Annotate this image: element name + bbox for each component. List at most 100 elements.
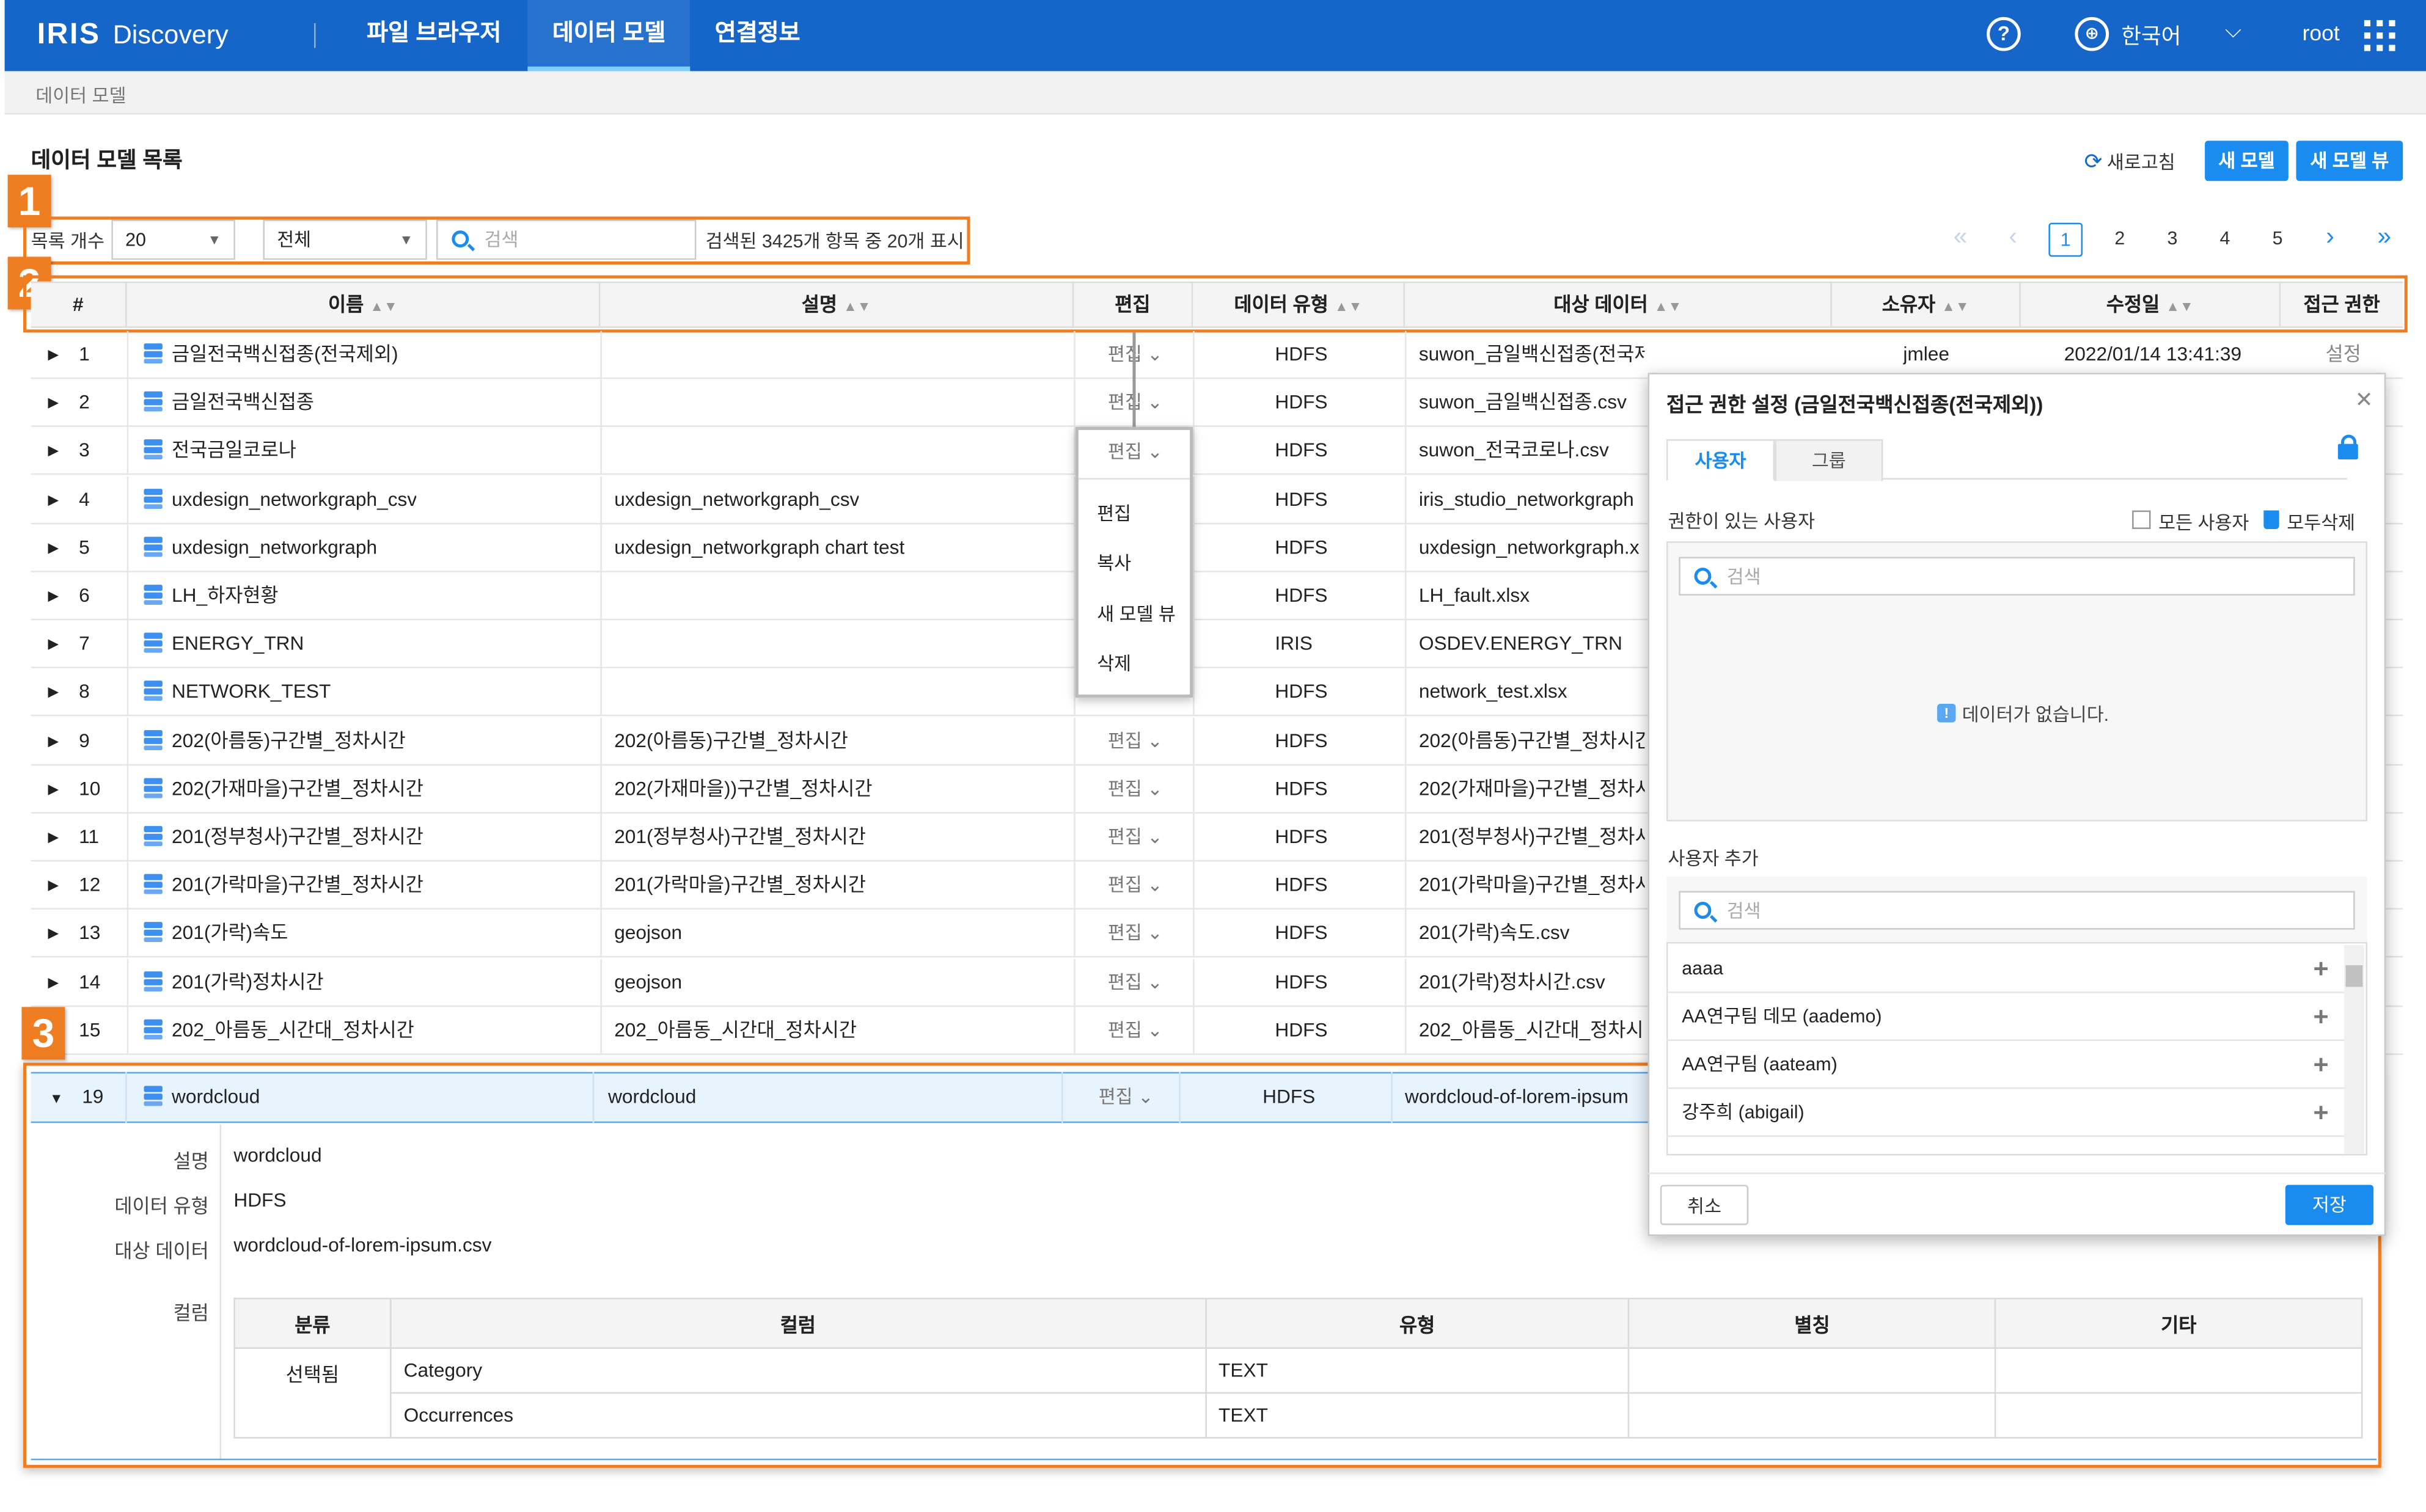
expand-arrow-icon[interactable]: ▶ — [48, 765, 59, 813]
expand-arrow-icon[interactable]: ▶ — [48, 717, 59, 765]
row-edit-button[interactable]: 편집 ⌄ — [1108, 1007, 1163, 1054]
chevron-down-icon[interactable]: ⌵ — [2225, 17, 2241, 43]
tab-groups[interactable]: 그룹 — [1775, 439, 1883, 481]
close-icon[interactable]: ✕ — [2355, 387, 2373, 413]
row-name[interactable]: 금일전국백신접종 — [144, 379, 314, 427]
menu-item-delete[interactable]: 삭제 — [1097, 649, 1131, 676]
page-1[interactable]: 1 — [2048, 222, 2083, 257]
row-type: HDFS — [1275, 488, 1328, 510]
row-type: HDFS — [1275, 826, 1328, 848]
row-name[interactable]: 201(가락마을)구간별_정차시간 — [144, 862, 423, 910]
first-page-icon[interactable]: « — [1943, 223, 1977, 257]
nav-data-model[interactable]: 데이터 모델 — [527, 0, 691, 71]
menu-header-edit[interactable]: 편집 ⌄ — [1108, 438, 1163, 464]
row-name[interactable]: 201(정부청사)구간별_정차시간 — [144, 814, 423, 861]
expand-arrow-icon[interactable]: ▶ — [48, 524, 59, 572]
permission-search-input[interactable]: 검색 — [1679, 557, 2355, 596]
list-count-select[interactable]: 20 ▼ — [111, 219, 235, 260]
menu-item-edit[interactable]: 편집 — [1097, 500, 1131, 526]
data-model-icon — [144, 440, 163, 460]
row-name[interactable]: 201(가락)속도 — [144, 910, 288, 958]
breadcrumb-bar — [4, 71, 2426, 115]
row-target: 202(아름동)구간별_정차시간 — [1418, 729, 1645, 751]
cancel-button[interactable]: 취소 — [1660, 1185, 1749, 1225]
user-name[interactable]: root — [2303, 20, 2340, 45]
expand-arrow-icon[interactable]: ▶ — [48, 910, 59, 958]
user-list-item[interactable]: 강주희 (abigail) + — [1666, 1089, 2344, 1138]
page-4[interactable]: 4 — [2208, 223, 2242, 257]
row-target: 201(정부청사)구간별_정차시 — [1418, 826, 1645, 848]
expand-arrow-icon[interactable]: ▶ — [48, 428, 59, 475]
row-name[interactable]: 201(가락)정차시간 — [144, 959, 324, 1006]
row-name[interactable]: uxdesign_networkgraph — [144, 524, 377, 572]
user-list-item[interactable]: aaaa + — [1666, 945, 2344, 993]
page-5[interactable]: 5 — [2260, 223, 2295, 257]
new-model-view-button[interactable]: 새 모델 뷰 — [2296, 141, 2403, 181]
row-target: suwon_금일백신접종(전국제외).csv — [1418, 343, 1645, 365]
row-name[interactable]: 202_아름동_시간대_정차시간 — [144, 1007, 414, 1054]
row-edit-button[interactable]: 편집 ⌄ — [1108, 814, 1163, 861]
brand-name: IRIS — [37, 18, 101, 51]
app-logo[interactable]: IRIS Discovery — [31, 12, 229, 59]
apps-grid-icon[interactable] — [2364, 20, 2395, 51]
expand-arrow-icon[interactable]: ▶ — [48, 476, 59, 524]
save-button[interactable]: 저장 — [2285, 1185, 2374, 1225]
row-edit-button[interactable]: 편집 ⌄ — [1108, 717, 1163, 765]
row-name[interactable]: 202(가재마을)구간별_정차시간 — [144, 765, 423, 813]
row-name[interactable]: NETWORK_TEST — [144, 669, 331, 717]
expand-arrow-icon[interactable]: ▶ — [48, 814, 59, 861]
row-n: 13 — [79, 922, 101, 944]
row-edit-button[interactable]: 편집 ⌄ — [1108, 862, 1163, 910]
page-3[interactable]: 3 — [2155, 223, 2190, 257]
all-users-checkbox[interactable] — [2132, 510, 2151, 529]
delete-all-button[interactable]: 모두삭제 — [2287, 509, 2355, 535]
row-type: HDFS — [1275, 440, 1328, 462]
scrollbar-thumb[interactable] — [2345, 965, 2363, 987]
refresh-button[interactable]: ⟳ 새로고침 — [2084, 148, 2175, 175]
new-model-button[interactable]: 새 모델 — [2205, 141, 2289, 181]
row-name[interactable]: LH_하자현황 — [144, 572, 279, 620]
globe-icon[interactable]: ⊕ — [2075, 16, 2109, 51]
scope-select[interactable]: 전체 ▼ — [263, 219, 427, 260]
expand-arrow-icon[interactable]: ▶ — [48, 959, 59, 1006]
search-input[interactable]: 검색 — [436, 219, 697, 260]
last-page-icon[interactable]: » — [2367, 223, 2402, 257]
nav-connection-info[interactable]: 연결정보 — [690, 0, 825, 71]
row-n: 3 — [79, 440, 90, 462]
help-icon[interactable]: ? — [1987, 16, 2021, 51]
row-name[interactable]: 금일전국백신접종(전국제외) — [144, 331, 398, 379]
expand-arrow-icon[interactable]: ▶ — [48, 862, 59, 910]
row-type: HDFS — [1275, 778, 1328, 800]
expand-arrow-icon[interactable]: ▶ — [48, 572, 59, 620]
nav-file-browser[interactable]: 파일 브라우저 — [342, 0, 526, 71]
page-2[interactable]: 2 — [2103, 223, 2137, 257]
row-target: uxdesign_networkgraph.x — [1418, 536, 1640, 558]
expand-arrow-icon[interactable]: ▶ — [48, 331, 59, 379]
prev-page-icon[interactable]: ‹ — [1996, 223, 2030, 257]
row-edit-button[interactable]: 편집 ⌄ — [1108, 959, 1163, 1006]
search-icon — [452, 230, 469, 248]
row-edit-button[interactable]: 편집 ⌄ — [1108, 910, 1163, 958]
row-name[interactable]: 202(아름동)구간별_정차시간 — [144, 717, 406, 765]
search-icon — [1694, 568, 1712, 585]
unlock-icon[interactable] — [2337, 434, 2358, 460]
expand-arrow-icon[interactable]: ▶ — [48, 621, 59, 668]
user-list-item[interactable]: AA연구팀 데모 (aademo) + — [1666, 993, 2344, 1042]
row-access[interactable]: 설정 — [2326, 331, 2361, 379]
tab-users[interactable]: 사용자 — [1666, 439, 1775, 481]
expand-arrow-icon[interactable]: ▶ — [48, 669, 59, 717]
row-name[interactable]: ENERGY_TRN — [144, 621, 304, 668]
add-icon: + — [2313, 1098, 2329, 1128]
trash-icon[interactable] — [2263, 510, 2279, 529]
next-page-icon[interactable]: › — [2313, 223, 2347, 257]
user-list-item[interactable]: AA연구팀 (aateam) + — [1666, 1041, 2344, 1089]
row-edit-button[interactable]: 편집 ⌄ — [1108, 765, 1163, 813]
row-name[interactable]: 전국금일코로나 — [144, 428, 296, 475]
expand-arrow-icon[interactable]: ▶ — [48, 379, 59, 427]
language-selector[interactable]: 한국어 — [2121, 20, 2181, 51]
menu-item-copy[interactable]: 복사 — [1097, 549, 1131, 575]
menu-item-new-model-view[interactable]: 새 모델 뷰 — [1097, 600, 1176, 626]
data-model-icon — [144, 874, 163, 894]
add-user-search-input[interactable]: 검색 — [1679, 891, 2355, 930]
row-name[interactable]: uxdesign_networkgraph_csv — [144, 476, 417, 524]
